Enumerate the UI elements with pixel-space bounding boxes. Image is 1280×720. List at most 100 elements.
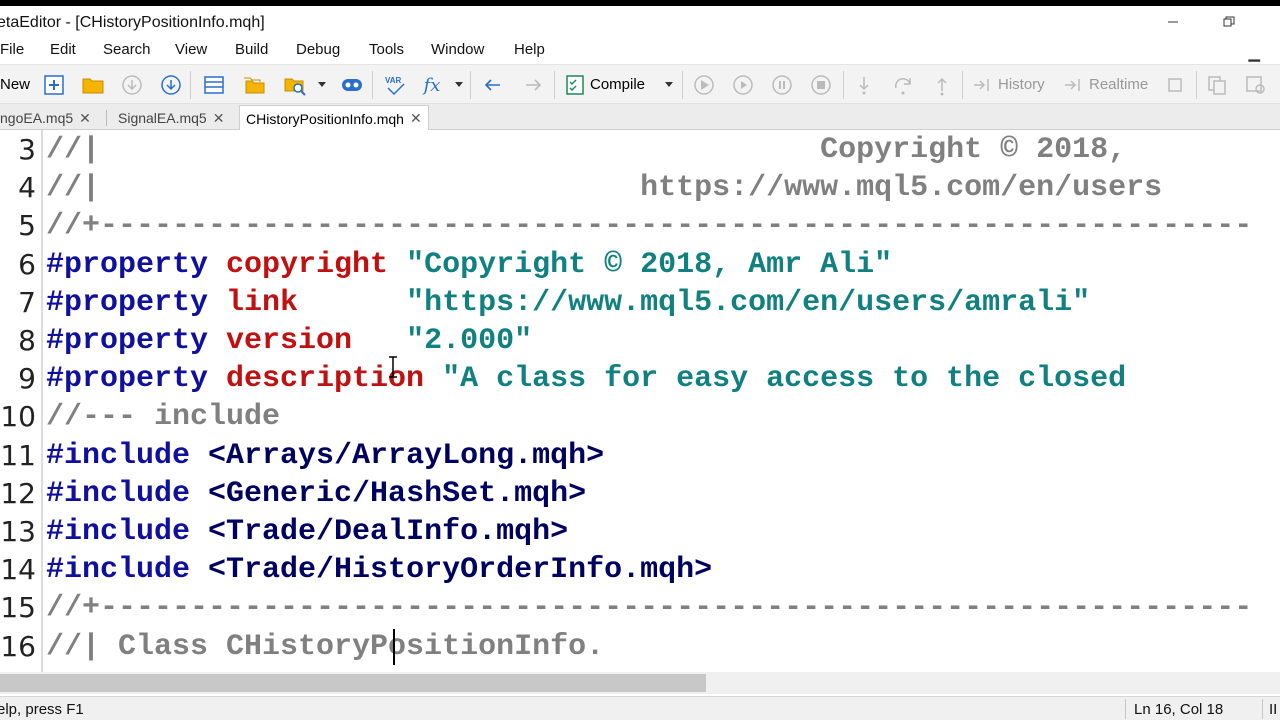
tab-ngoea[interactable]: ngoEA.mq5 ✕: [0, 106, 97, 130]
forward-arrow-icon[interactable]: [521, 73, 545, 97]
code-text: #include <Trade/DealInfo.mqh>: [46, 513, 568, 551]
code-text: #property description "A class for easy …: [46, 360, 1126, 398]
code-line: 4 //| https://www.mql5.com/en/users: [0, 169, 1280, 207]
chevron-down-icon[interactable]: [455, 82, 463, 87]
download-disabled-icon[interactable]: [120, 73, 144, 97]
variable-icon[interactable]: VAR: [384, 73, 408, 97]
code-token: "https://www.mql5.com/en/users/amrali": [406, 285, 1091, 320]
status-divider: [1125, 699, 1126, 719]
code-token: //+-------------------------------------…: [46, 591, 1253, 626]
history-button[interactable]: History: [998, 76, 1045, 93]
history-test-icon[interactable]: [970, 73, 994, 97]
menu-build[interactable]: Build: [235, 41, 268, 58]
stop-test-icon[interactable]: [1163, 73, 1187, 97]
code-token: <Arrays/ArrayLong.mqh>: [208, 438, 605, 473]
community-icon[interactable]: [340, 73, 364, 97]
tab-divider: [106, 110, 107, 126]
toolbar-separator: [372, 71, 373, 99]
code-token: <Trade/DealInfo.mqh>: [208, 515, 569, 549]
function-icon[interactable]: fx: [420, 73, 444, 97]
code-line: 11 #include <Arrays/ArrayLong.mqh>: [0, 437, 1280, 475]
pause-icon[interactable]: [770, 73, 794, 97]
toolbar-separator: [1196, 71, 1197, 99]
line-number: 6: [18, 247, 36, 281]
code-line: 15 //+-----------------------------------…: [0, 589, 1280, 627]
compile-icon[interactable]: [563, 73, 587, 97]
minimize-button[interactable]: [1150, 8, 1196, 36]
horizontal-scrollbar[interactable]: [0, 672, 1280, 694]
code-text: #include <Trade/HistoryOrderInfo.mqh>: [46, 551, 712, 589]
code-text: //--- include: [46, 398, 280, 436]
open-folder-icon[interactable]: [81, 73, 105, 97]
code-token: //| Class CHistoryPositionInfo.: [46, 629, 605, 664]
close-icon[interactable]: ✕: [213, 110, 225, 127]
back-arrow-icon[interactable]: [481, 73, 505, 97]
line-number: 11: [0, 438, 36, 472]
svg-text:VAR: VAR: [385, 76, 402, 85]
download-icon[interactable]: [159, 73, 183, 97]
restore-button[interactable]: [1206, 8, 1252, 36]
options-icon[interactable]: [1244, 73, 1268, 97]
line-number: 9: [18, 362, 36, 396]
tab-label: SignalEA.mq5: [118, 110, 207, 126]
line-number: 8: [18, 324, 36, 357]
code-editor[interactable]: 3 //| Copyright © 2018, 4 //| https://www.m…: [0, 130, 1280, 672]
realtime-test-icon[interactable]: [1061, 73, 1085, 97]
mdi-minimize-icon[interactable]: ▁: [1248, 44, 1260, 62]
code-token: #property: [46, 324, 227, 358]
new-button[interactable]: New: [0, 76, 30, 93]
close-icon[interactable]: ✕: [79, 110, 91, 127]
tab-chistorypositioninfo[interactable]: CHistoryPositionInfo.mqh ✕: [239, 105, 429, 131]
stop-icon[interactable]: [809, 73, 833, 97]
start-debug-icon[interactable]: [692, 73, 716, 97]
code-token: <Trade/HistoryOrderInfo.mqh>: [208, 553, 713, 588]
navigator-icon[interactable]: [202, 73, 226, 97]
close-icon[interactable]: ✕: [410, 110, 422, 127]
menu-debug[interactable]: Debug: [296, 41, 340, 58]
code-token: #property: [46, 362, 227, 397]
code-token: "A class for easy access to the closed: [442, 362, 1127, 397]
code-token: #property: [46, 285, 227, 320]
realtime-button[interactable]: Realtime: [1089, 76, 1148, 93]
status-divider: [1262, 699, 1263, 719]
i-beam-cursor-icon: [389, 356, 397, 378]
copy-icon[interactable]: [1205, 73, 1229, 97]
menu-edit[interactable]: Edit: [50, 41, 76, 58]
toolbar-separator: [470, 71, 471, 99]
code-token: //| https://www.mql5.com/en/users: [46, 171, 1163, 206]
window-title: etaEditor - [CHistoryPositionInfo.mqh]: [0, 14, 265, 31]
step-over-icon[interactable]: [891, 73, 915, 97]
new-file-icon[interactable]: [42, 73, 66, 97]
toolbar-separator: [682, 71, 683, 99]
folders-icon[interactable]: [242, 73, 266, 97]
menu-file[interactable]: File: [0, 41, 24, 58]
menu-search[interactable]: Search: [103, 41, 151, 58]
chevron-down-icon[interactable]: [318, 82, 326, 87]
line-number: 15: [0, 591, 36, 625]
code-text: #include <Arrays/ArrayLong.mqh>: [46, 437, 604, 475]
fx-label: fx: [423, 74, 441, 96]
code-line: 10 //--- include: [0, 398, 1280, 436]
menu-bar: File Edit Search View Build Debug Tools …: [0, 38, 1280, 62]
step-into-icon[interactable]: [852, 73, 876, 97]
code-token: "2.000": [406, 324, 533, 358]
line-number: 7: [18, 285, 36, 319]
menu-window[interactable]: Window: [431, 41, 484, 58]
code-text: //| Copyright © 2018,: [46, 131, 1126, 169]
code-line: 16 //| Class CHistoryPositionInfo.: [0, 628, 1280, 666]
compile-button[interactable]: Compile: [590, 76, 645, 93]
play-icon[interactable]: [731, 73, 755, 97]
menu-help[interactable]: Help: [514, 41, 545, 58]
line-number: 16: [0, 629, 36, 663]
code-line: 12 #include <Generic/HashSet.mqh>: [0, 475, 1280, 513]
status-help-text: elp, press F1: [0, 701, 84, 718]
scrollbar-thumb[interactable]: [0, 674, 706, 692]
status-extra: II: [1269, 701, 1278, 718]
chevron-down-icon[interactable]: [665, 82, 673, 87]
menu-view[interactable]: View: [175, 41, 207, 58]
search-folder-icon[interactable]: [283, 73, 307, 97]
tab-signalea[interactable]: SignalEA.mq5 ✕: [112, 106, 230, 130]
code-token: //+-------------------------------------…: [46, 209, 1253, 244]
menu-tools[interactable]: Tools: [369, 41, 404, 58]
step-out-icon[interactable]: [930, 73, 954, 97]
